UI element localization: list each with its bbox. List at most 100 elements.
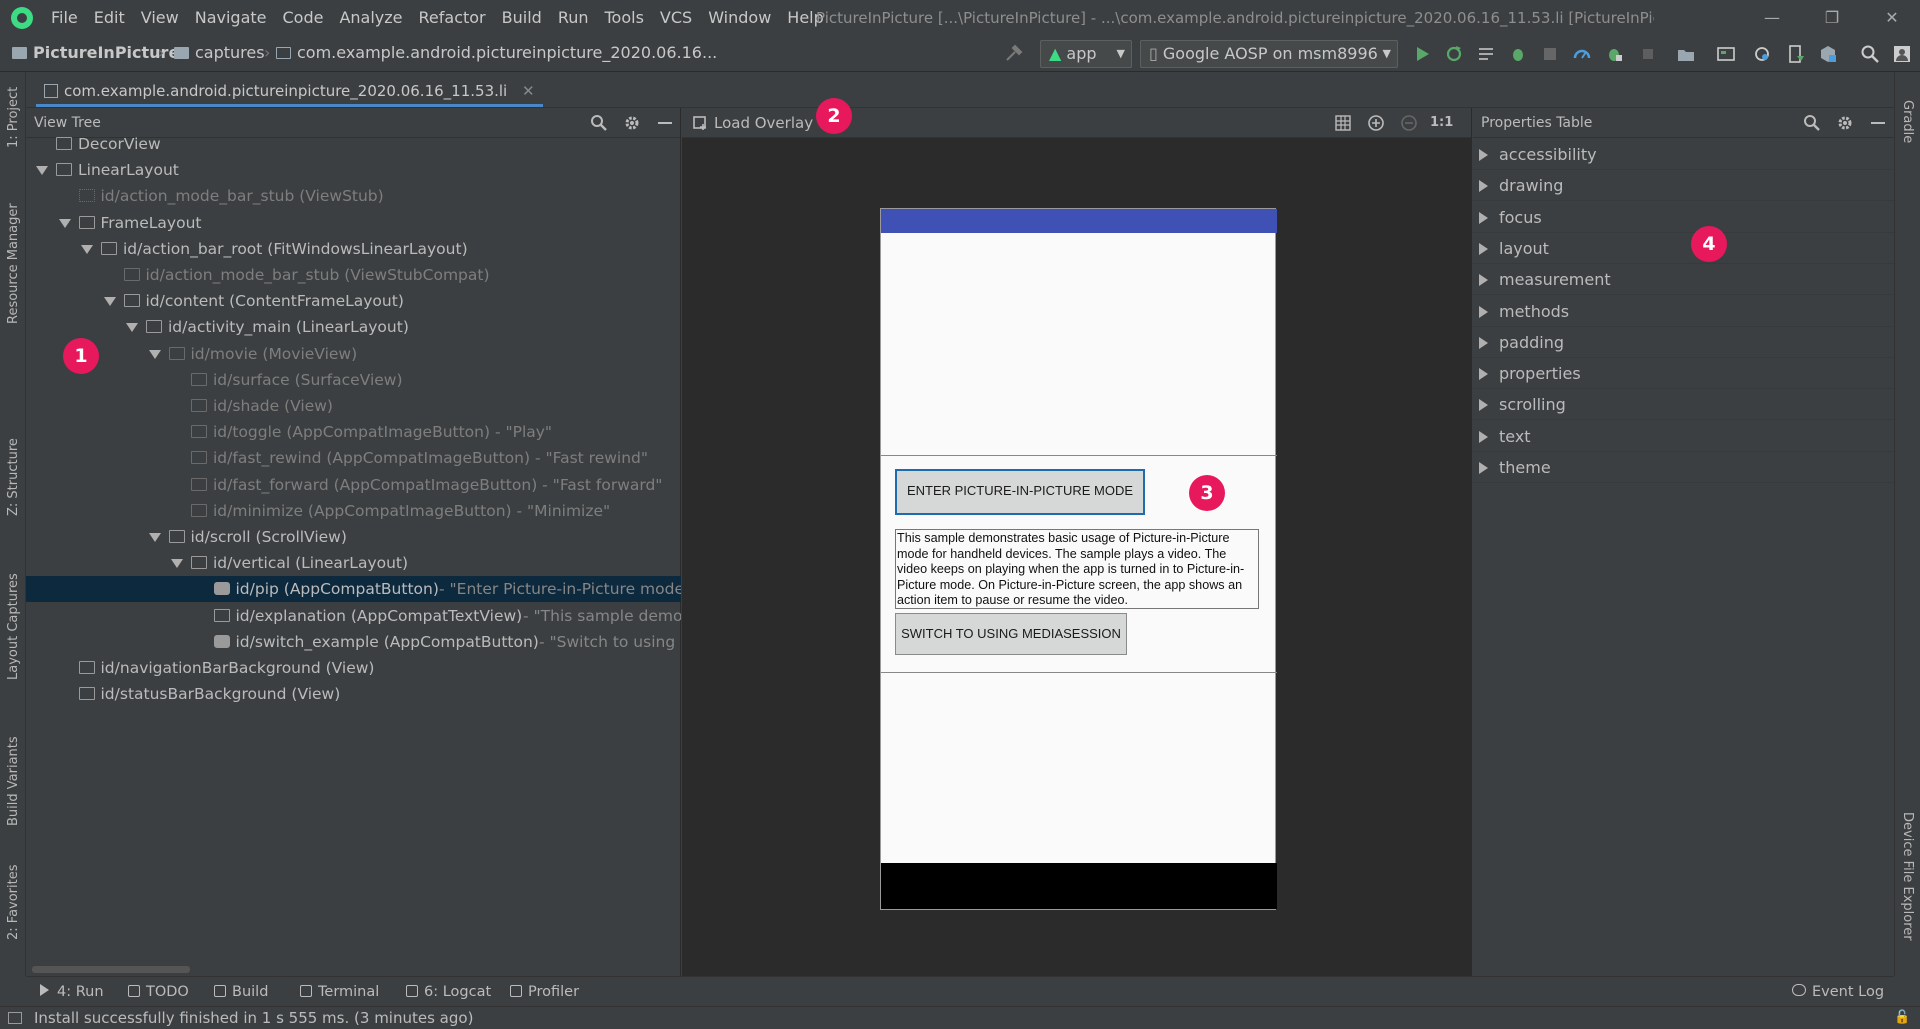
menu-vcs[interactable]: VCS bbox=[652, 0, 700, 36]
restore-window-button[interactable]: ❐ bbox=[1812, 0, 1852, 36]
tree-node[interactable]: id/shade (View) bbox=[26, 393, 681, 419]
tree-node[interactable]: id/statusBarBackground (View) bbox=[26, 681, 681, 707]
expand-triangle-icon[interactable] bbox=[148, 533, 161, 542]
stop-icon[interactable] bbox=[1638, 44, 1658, 64]
zoom-actual-size-button[interactable]: 1:1 bbox=[1430, 108, 1453, 138]
tool-button-build[interactable]: Build bbox=[214, 977, 268, 1007]
menu-code[interactable]: Code bbox=[275, 0, 332, 36]
expand-triangle-icon[interactable] bbox=[1479, 430, 1488, 443]
project-tool-tab[interactable]: 1: Project bbox=[6, 87, 21, 148]
property-group-padding[interactable]: padding bbox=[1473, 327, 1894, 358]
run-icon[interactable] bbox=[1412, 44, 1432, 64]
menu-analyze[interactable]: Analyze bbox=[331, 0, 410, 36]
breadcrumb-folder[interactable]: captures bbox=[174, 36, 265, 70]
coverage-icon[interactable] bbox=[1540, 44, 1560, 64]
gradle-sync-icon[interactable] bbox=[1752, 44, 1772, 64]
tree-node[interactable]: id/fast_forward (AppCompatImageButton) -… bbox=[26, 472, 681, 498]
tree-node[interactable]: id/action_bar_root (FitWindowsLinearLayo… bbox=[26, 236, 681, 262]
structure-tool-tab[interactable]: Z: Structure bbox=[6, 438, 21, 516]
tree-node[interactable]: id/fast_rewind (AppCompatImageButton) - … bbox=[26, 445, 681, 471]
tool-button-4-run[interactable]: 4: Run bbox=[40, 977, 104, 1007]
tool-button-profiler[interactable]: Profiler bbox=[510, 977, 579, 1007]
lock-icon[interactable]: 🔓 bbox=[1894, 1010, 1910, 1025]
project-structure-icon[interactable] bbox=[1818, 44, 1838, 64]
expand-triangle-icon[interactable] bbox=[1479, 180, 1488, 193]
load-overlay-button[interactable]: Load Overlay bbox=[714, 108, 813, 138]
expand-triangle-icon[interactable] bbox=[103, 297, 116, 307]
tree-node[interactable]: id/vertical (LinearLayout) bbox=[26, 550, 681, 576]
editor-tab-capture[interactable]: com.example.android.pictureinpicture_202… bbox=[36, 76, 543, 107]
resource-manager-tool-tab[interactable]: Resource Manager bbox=[6, 203, 21, 324]
tree-node[interactable]: id/action_mode_bar_stub (ViewStubCompat) bbox=[26, 262, 681, 288]
menu-tools[interactable]: Tools bbox=[597, 0, 652, 36]
apply-changes-icon[interactable] bbox=[1444, 44, 1464, 64]
expand-triangle-icon[interactable] bbox=[1479, 274, 1488, 287]
grid-icon[interactable] bbox=[1334, 114, 1352, 132]
debug-icon[interactable] bbox=[1508, 44, 1528, 64]
menu-edit[interactable]: Edit bbox=[86, 0, 133, 36]
property-group-drawing[interactable]: drawing bbox=[1473, 170, 1894, 202]
gear-icon[interactable] bbox=[623, 114, 641, 132]
menu-view[interactable]: View bbox=[133, 0, 187, 36]
horizontal-scrollbar[interactable] bbox=[32, 966, 190, 973]
expand-triangle-icon[interactable] bbox=[171, 559, 183, 569]
tree-node[interactable]: id/activity_main (LinearLayout) bbox=[26, 314, 681, 340]
tree-node[interactable]: id/surface (SurfaceView) bbox=[26, 367, 681, 393]
toggle-tool-windows-icon[interactable] bbox=[8, 1012, 22, 1024]
attach-debugger-icon[interactable] bbox=[1604, 44, 1624, 64]
tree-node[interactable]: id/toggle (AppCompatImageButton) - "Play… bbox=[26, 419, 681, 445]
gear-icon[interactable] bbox=[1836, 114, 1854, 132]
run-config-select[interactable]: ▲ app ▼ bbox=[1040, 40, 1132, 68]
expand-triangle-icon[interactable] bbox=[36, 166, 48, 176]
expand-triangle-icon[interactable] bbox=[1479, 305, 1488, 318]
tree-node[interactable]: id/switch_example (AppCompatButton) - "S… bbox=[26, 629, 681, 655]
switch-button-preview[interactable]: SWITCH TO USING MEDIASESSION bbox=[895, 613, 1127, 655]
device-file-explorer-tool-tab[interactable]: Device File Explorer bbox=[1900, 812, 1915, 941]
tree-node-selected[interactable]: id/pip (AppCompatButton) - "Enter Pictur… bbox=[26, 576, 681, 603]
minimize-window-button[interactable]: — bbox=[1752, 0, 1792, 36]
property-group-scrolling[interactable]: scrolling bbox=[1473, 389, 1894, 421]
property-group-theme[interactable]: theme bbox=[1473, 452, 1894, 483]
hide-panel-icon[interactable] bbox=[656, 114, 674, 132]
property-group-properties[interactable]: properties bbox=[1473, 358, 1894, 390]
sdk-manager-icon[interactable] bbox=[1786, 44, 1806, 64]
tree-node[interactable]: id/movie (MovieView) bbox=[26, 341, 681, 367]
expand-triangle-icon[interactable] bbox=[1479, 399, 1488, 412]
expand-triangle-icon[interactable] bbox=[81, 244, 93, 254]
event-log-button[interactable]: Event Log bbox=[1792, 977, 1884, 1007]
tree-node[interactable]: id/action_mode_bar_stub (ViewStub) bbox=[26, 183, 681, 209]
tree-node[interactable]: id/navigationBarBackground (View) bbox=[26, 655, 681, 681]
menu-window[interactable]: Window bbox=[700, 0, 779, 36]
favorites-tool-tab[interactable]: 2: Favorites bbox=[6, 864, 21, 940]
property-group-accessibility[interactable]: accessibility bbox=[1473, 139, 1894, 170]
expand-triangle-icon[interactable] bbox=[148, 349, 161, 359]
hide-panel-icon[interactable] bbox=[1869, 114, 1887, 132]
layout-captures-tool-tab[interactable]: Layout Captures bbox=[6, 573, 21, 680]
property-group-focus[interactable]: focus bbox=[1473, 202, 1894, 233]
menu-refactor[interactable]: Refactor bbox=[411, 0, 494, 36]
zoom-out-icon[interactable] bbox=[1400, 114, 1418, 132]
tree-node[interactable]: FrameLayout bbox=[26, 210, 681, 236]
search-everywhere-icon[interactable] bbox=[1860, 44, 1880, 64]
tree-node[interactable]: id/scroll (ScrollView) bbox=[26, 524, 681, 550]
expand-triangle-icon[interactable] bbox=[1479, 149, 1488, 161]
zoom-in-icon[interactable] bbox=[1367, 114, 1385, 132]
property-group-layout[interactable]: layout bbox=[1473, 233, 1894, 264]
pip-button-preview[interactable]: ENTER PICTURE-IN-PICTURE MODE bbox=[895, 469, 1145, 515]
tool-button-todo[interactable]: TODO bbox=[128, 977, 189, 1007]
expand-triangle-icon[interactable] bbox=[1479, 336, 1488, 349]
breadcrumb-project[interactable]: PictureInPicture bbox=[12, 36, 179, 70]
breadcrumb-file[interactable]: com.example.android.pictureinpicture_202… bbox=[276, 36, 717, 70]
expand-triangle-icon[interactable] bbox=[1479, 368, 1488, 381]
expand-triangle-icon[interactable] bbox=[58, 218, 71, 228]
expand-triangle-icon[interactable] bbox=[1479, 211, 1488, 224]
menu-run[interactable]: Run bbox=[550, 0, 597, 36]
build-variants-tool-tab[interactable]: Build Variants bbox=[6, 736, 21, 826]
expand-triangle-icon[interactable] bbox=[126, 323, 138, 333]
expand-triangle-icon[interactable] bbox=[1479, 462, 1488, 474]
tree-node[interactable]: id/content (ContentFrameLayout) bbox=[26, 288, 681, 314]
close-window-button[interactable]: ✕ bbox=[1872, 0, 1912, 36]
avd-manager-icon[interactable] bbox=[1716, 44, 1736, 64]
account-icon[interactable] bbox=[1892, 44, 1912, 64]
expand-triangle-icon[interactable] bbox=[1479, 242, 1488, 255]
